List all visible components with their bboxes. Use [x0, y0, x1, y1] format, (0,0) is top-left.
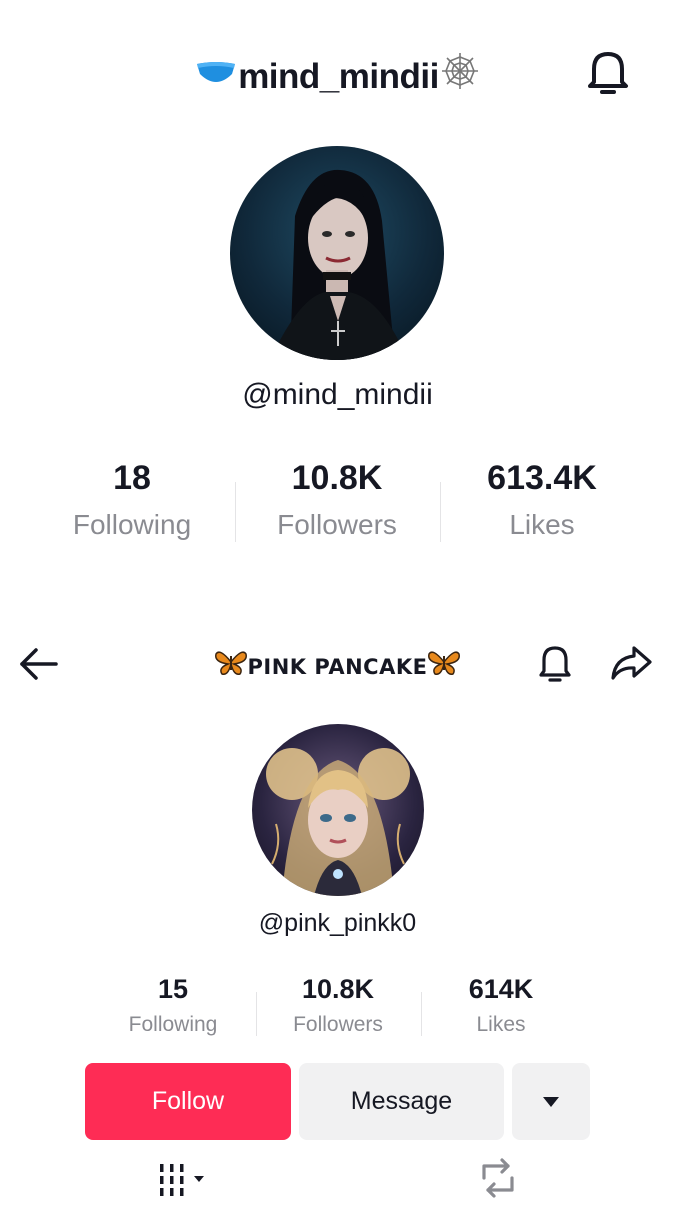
suggested-accounts-button[interactable] — [512, 1063, 590, 1140]
avatar[interactable] — [230, 146, 444, 360]
profile1-handle: @mind_mindii — [242, 378, 433, 411]
butterfly-emoji-icon — [214, 648, 248, 686]
avatar[interactable] — [252, 724, 424, 896]
stat-followers[interactable]: 10.8K Followers — [235, 456, 439, 550]
followers-label: Followers — [293, 1013, 383, 1036]
stat-likes[interactable]: 614K Likes — [416, 970, 586, 1042]
stat-likes[interactable]: 613.4K Likes — [440, 456, 644, 550]
share-icon[interactable] — [608, 642, 654, 684]
grid-tab-icon — [160, 1164, 204, 1196]
follow-button[interactable]: Follow — [85, 1063, 291, 1140]
following-label: Following — [128, 1013, 218, 1036]
blue-heart-emoji-icon — [194, 54, 238, 100]
reposts-tab[interactable] — [474, 1156, 522, 1200]
likes-count: 614K — [468, 974, 534, 1004]
followers-count: 10.8K — [301, 974, 375, 1004]
likes-count: 613.4K — [487, 459, 597, 497]
following-label: Following — [72, 509, 192, 540]
stat-followers[interactable]: 10.8K Followers — [253, 970, 423, 1042]
likes-label: Likes — [509, 509, 575, 540]
profile1-stats: 18 Following 10.8K Followers 613.4K Like… — [30, 456, 645, 566]
butterfly-emoji-icon — [427, 648, 461, 686]
followers-count: 10.8K — [291, 459, 383, 497]
profile1-username-title: mind_mindii — [238, 57, 439, 96]
profile1-title: mind_mindii — [0, 50, 675, 96]
following-count: 18 — [113, 459, 151, 497]
profile2-stats: 15 Following 10.8K Followers 614K Likes — [88, 970, 588, 1050]
following-count: 15 — [157, 974, 189, 1004]
bell-icon[interactable] — [580, 44, 636, 100]
caret-down-icon — [543, 1096, 559, 1107]
videos-tab[interactable] — [156, 1158, 212, 1200]
profile2-handle: @pink_pinkk0 — [258, 909, 417, 937]
likes-label: Likes — [476, 1013, 526, 1036]
spider-web-emoji-icon — [439, 50, 481, 104]
followers-label: Followers — [277, 509, 397, 540]
profile2-nickname-title: PINK PANCAKE — [247, 655, 428, 679]
bell-icon[interactable] — [532, 640, 578, 686]
message-button[interactable]: Message — [299, 1063, 504, 1140]
stat-following[interactable]: 15 Following — [88, 970, 258, 1042]
stat-following[interactable]: 18 Following — [30, 456, 234, 550]
repost-tab-icon — [482, 1158, 514, 1198]
